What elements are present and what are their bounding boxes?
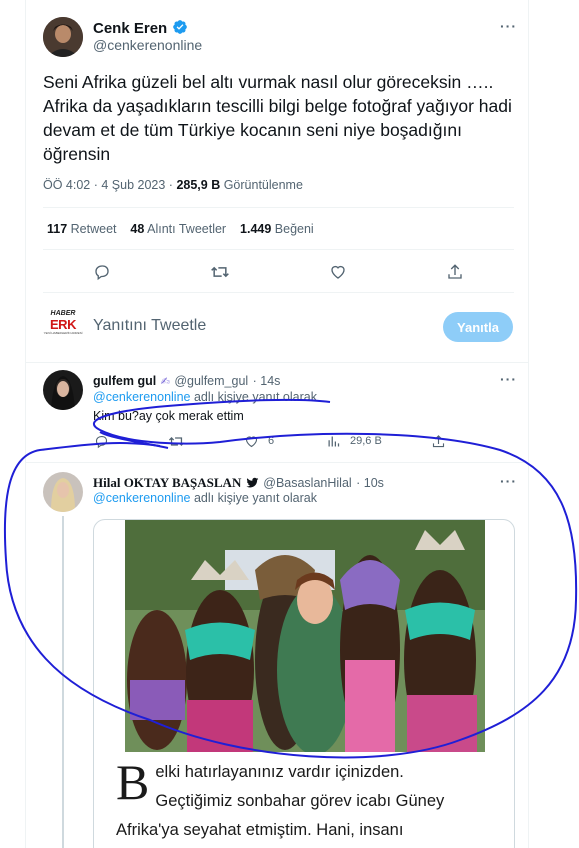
quotes-count: 48 — [130, 222, 145, 236]
reply-header: gulfem gul ✍ @gulfem_gul · 14s — [93, 372, 280, 390]
avatar[interactable] — [43, 370, 83, 410]
avatar-photo — [43, 472, 83, 512]
article-line: Geçtiğimiz sonbahar görev icabı Güney — [155, 792, 445, 810]
replying-to: @cenkerenonline adlı kişiye yanıt olarak — [93, 390, 317, 404]
divider — [43, 207, 514, 208]
replying-to-suffix: adlı kişiye yanıt olarak — [193, 390, 317, 404]
article-dropcap: B — [116, 754, 150, 810]
likes-stat[interactable]: 1.449 Beğeni — [240, 222, 314, 236]
avatar-photo — [43, 370, 83, 410]
views-icon[interactable] — [325, 433, 341, 449]
likes-label: Beğeni — [274, 222, 314, 236]
replying-to-suffix: adlı kişiye yanıt olarak — [193, 491, 317, 505]
reply-text: Kim bu?ay çok merak ettim — [93, 409, 244, 423]
reply-icon[interactable] — [93, 433, 109, 449]
reply-button[interactable]: Yanıtla — [443, 312, 513, 342]
author-name[interactable]: Cenk Eren — [93, 20, 167, 37]
share-icon[interactable] — [445, 262, 465, 282]
views-count: 285,9 B — [176, 178, 221, 192]
tweet-text: Seni Afrika güzeli bel altı vurmak nasıl… — [43, 72, 512, 164]
retweet-icon[interactable] — [210, 262, 230, 282]
reply-author-name[interactable]: Hilal OKTAY BAŞASLAN — [93, 475, 241, 490]
more-icon[interactable]: ··· — [500, 18, 517, 34]
divider — [43, 292, 514, 293]
tweet-stats: 117 Retweet 48 Alıntı Tweetler 1.449 Beğ… — [47, 222, 314, 236]
divider — [26, 462, 528, 463]
reply-thread-line — [62, 516, 64, 848]
media-photo — [125, 520, 485, 752]
divider — [26, 362, 528, 363]
user-logo[interactable]: HABER ERK YENİ HABERLERİN ADRESİ — [43, 310, 83, 344]
logo-big-text: ERK — [50, 317, 76, 332]
logo-tagline: YENİ HABERLERİN ADRESİ — [43, 331, 83, 335]
reply-icon[interactable] — [92, 262, 112, 282]
retweets-stat[interactable]: 117 Retweet — [47, 222, 117, 236]
reply-time[interactable]: · 14s — [253, 374, 281, 388]
retweets-count: 117 — [47, 222, 68, 236]
reply-time[interactable]: · 10s — [356, 476, 384, 490]
more-icon[interactable]: ··· — [500, 473, 517, 489]
like-count: 6 — [268, 435, 275, 447]
retweets-label: Retweet — [70, 222, 117, 236]
tweet-time[interactable]: ÖÖ 4:02 · 4 Şub 2023 · — [43, 178, 173, 192]
share-icon[interactable] — [430, 433, 446, 449]
reply-author-handle[interactable]: @BasaslanHilal — [263, 476, 351, 490]
quotes-stat[interactable]: 48 Alıntı Tweetler — [130, 222, 226, 236]
author-handle[interactable]: @cenkerenonline — [93, 37, 202, 53]
tweet-meta: ÖÖ 4:02 · 4 Şub 2023 · 285,9 B Görüntüle… — [43, 178, 303, 192]
replying-to-handle[interactable]: @cenkerenonline — [93, 390, 190, 404]
reply-input[interactable]: Yanıtını Tweetle — [93, 317, 206, 335]
likes-count: 1.449 — [240, 222, 272, 236]
article-line: elki hatırlayanınız vardır içinizden. — [155, 763, 404, 781]
reply-author-name[interactable]: gulfem gul — [93, 374, 156, 388]
views-count: 29,6 B — [350, 435, 382, 447]
replying-to-handle[interactable]: @cenkerenonline — [93, 491, 190, 505]
like-icon[interactable] — [328, 262, 348, 282]
reply-author-handle[interactable]: @gulfem_gul — [174, 374, 248, 388]
divider — [43, 249, 514, 250]
like-icon[interactable] — [243, 433, 259, 449]
article-line: Afrika'ya seyahat etmiştim. Hani, insanı — [116, 821, 404, 839]
retweet-icon[interactable] — [167, 433, 185, 449]
article-excerpt: B elki hatırlayanınız vardır içinizden. … — [116, 754, 506, 845]
views-label: Görüntülenme — [223, 178, 303, 192]
media-card[interactable]: B elki hatırlayanınız vardır içinizden. … — [93, 519, 515, 848]
avatar-photo — [43, 17, 83, 57]
more-icon[interactable]: ··· — [500, 371, 517, 387]
pen-icon: ✍ — [160, 376, 170, 388]
avatar[interactable] — [43, 17, 83, 57]
avatar[interactable] — [43, 472, 83, 512]
replying-to: @cenkerenonline adlı kişiye yanıt olarak — [93, 491, 317, 505]
quotes-label: Alıntı Tweetler — [147, 222, 227, 236]
